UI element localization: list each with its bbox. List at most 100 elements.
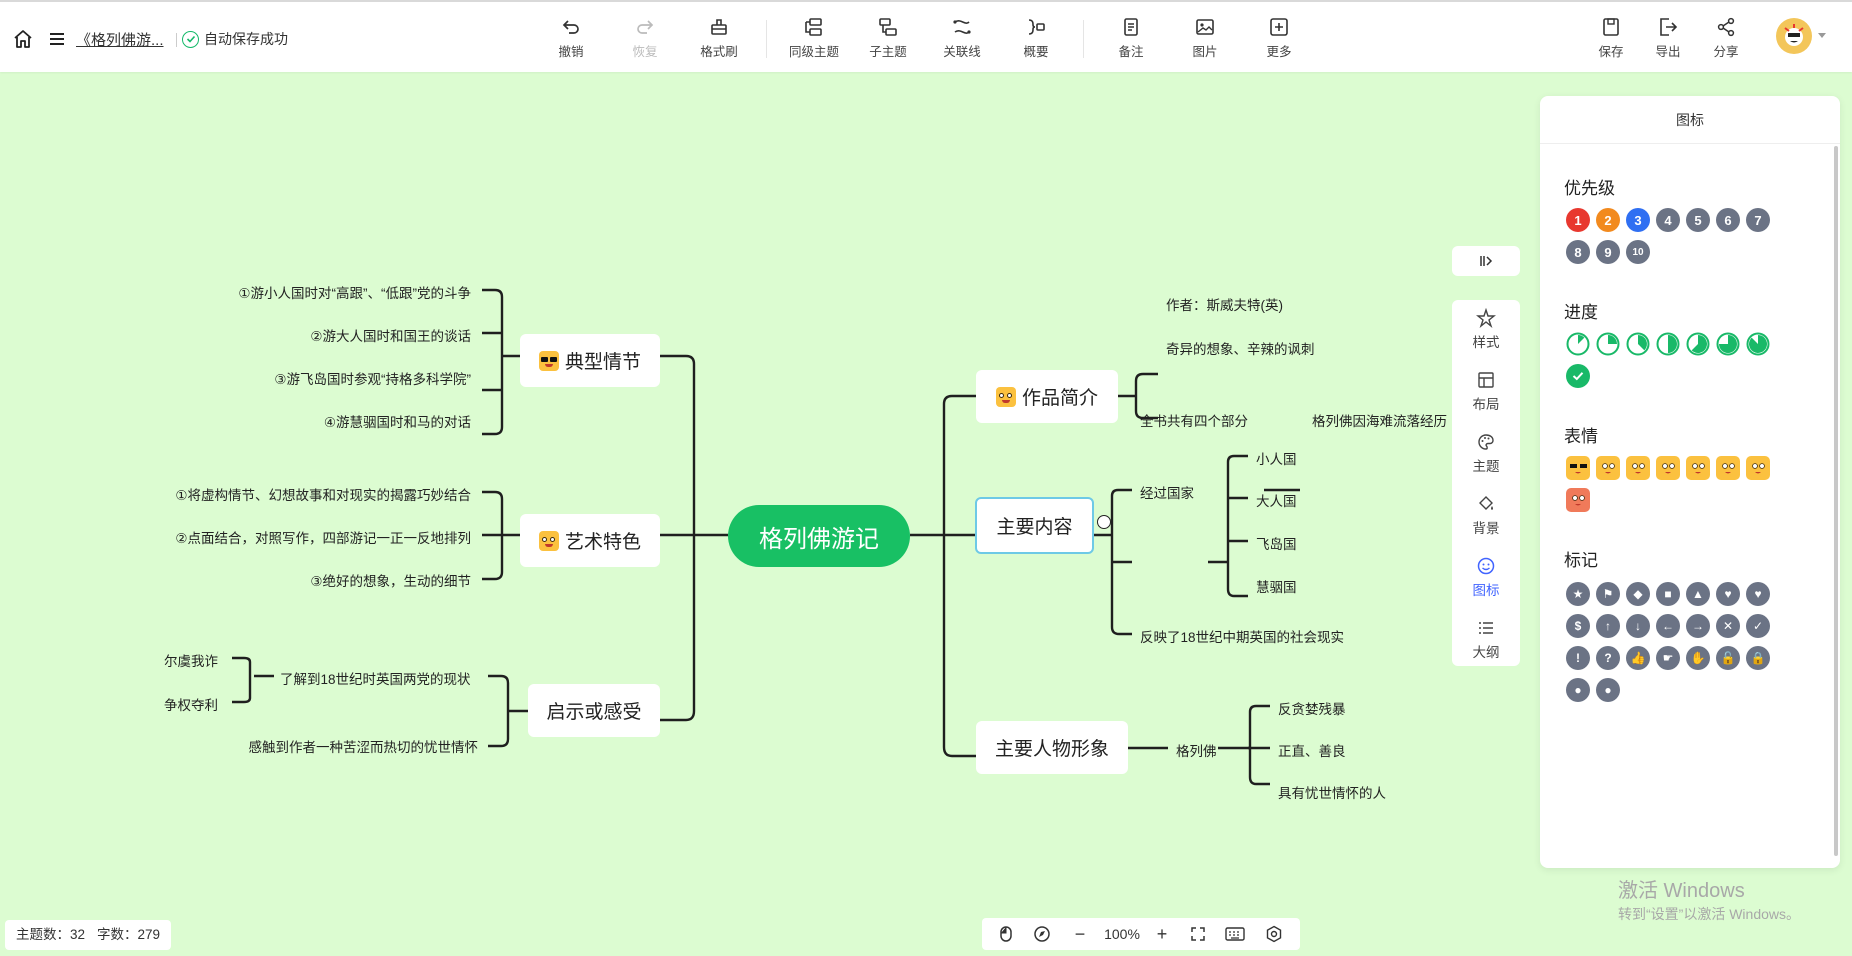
settings-icon[interactable] xyxy=(1264,924,1284,944)
leaf-topic[interactable]: 具有忧世情怀的人 xyxy=(1278,782,1386,802)
question-icon[interactable]: ? xyxy=(1596,646,1620,670)
note-button[interactable]: 备注 xyxy=(1101,16,1161,60)
style-tool[interactable]: 样式 xyxy=(1452,308,1520,351)
zoom-out-button[interactable]: − xyxy=(1070,924,1090,944)
topic-typical-plot[interactable]: 典型情节 xyxy=(520,334,660,387)
leaf-topic[interactable]: 正直、善良 xyxy=(1278,740,1346,760)
priority-1-icon[interactable]: 1 xyxy=(1566,208,1590,232)
diamond-icon[interactable]: ◆ xyxy=(1626,582,1650,606)
priority-6-icon[interactable]: 6 xyxy=(1716,208,1740,232)
leaf-topic[interactable]: 反贪婪残暴 xyxy=(1278,698,1346,718)
icon-tool[interactable]: 图标 xyxy=(1452,556,1520,599)
heart-icon[interactable]: ♥ xyxy=(1746,582,1770,606)
heart-broken-icon[interactable]: ♥ xyxy=(1716,582,1740,606)
leaf-topic[interactable]: 格列佛因海难流落经历 xyxy=(1312,410,1452,430)
person-icon[interactable]: ● xyxy=(1566,678,1590,702)
square-icon[interactable]: ■ xyxy=(1656,582,1680,606)
avatar[interactable] xyxy=(1776,18,1812,54)
leaf-topic[interactable]: ②游大人国时和国王的谈话 xyxy=(110,325,471,345)
leaf-topic[interactable]: ③游飞岛国时参观“持格多科学院” xyxy=(110,368,471,388)
share-button[interactable]: 分享 xyxy=(1696,16,1756,60)
leaf-topic[interactable]: 感触到作者一种苦涩而热切的忧世情怀 xyxy=(200,736,479,756)
sibling-topic-button[interactable]: 同级主题 xyxy=(784,16,844,60)
leaf-topic[interactable]: 全书共有四个部分 xyxy=(1140,410,1248,430)
progress-100-icon[interactable] xyxy=(1566,364,1590,388)
progress-38-icon[interactable] xyxy=(1626,332,1650,356)
progress-63-icon[interactable] xyxy=(1686,332,1710,356)
laugh-emoji-icon[interactable] xyxy=(1626,456,1650,480)
unlock-icon[interactable]: 🔓 xyxy=(1716,646,1740,670)
leaf-topic[interactable]: 争权夺利 xyxy=(164,694,218,714)
leaf-topic[interactable]: 奇异的想象、辛辣的讽刺 xyxy=(1166,338,1315,358)
undo-button[interactable]: 撤销 xyxy=(541,16,601,60)
layout-tool[interactable]: 布局 xyxy=(1452,370,1520,413)
leaf-topic[interactable]: 经过国家 xyxy=(1140,482,1194,502)
priority-9-icon[interactable]: 9 xyxy=(1596,240,1620,264)
leaf-topic[interactable]: 了解到18世纪时英国两党的现状 xyxy=(280,668,471,688)
group-icon[interactable]: ● xyxy=(1596,678,1620,702)
theme-tool[interactable]: 主题 xyxy=(1452,432,1520,475)
money-bag-icon[interactable]: $ xyxy=(1566,614,1590,638)
wink-emoji-icon[interactable] xyxy=(1686,456,1710,480)
document-title[interactable]: 《格列佛游... xyxy=(76,29,164,50)
arrow-right-icon[interactable]: → xyxy=(1686,614,1710,638)
topic-main-characters[interactable]: 主要人物形象 xyxy=(976,721,1128,774)
progress-13-icon[interactable] xyxy=(1566,332,1590,356)
leaf-topic[interactable]: 小人国 xyxy=(1256,448,1297,468)
leaf-topic[interactable]: 格列佛 xyxy=(1176,740,1217,760)
image-button[interactable]: 图片 xyxy=(1175,16,1235,60)
topic-art-features[interactable]: 艺术特色 xyxy=(520,514,660,567)
exclamation-icon[interactable]: ! xyxy=(1566,646,1590,670)
leaf-topic[interactable]: 反映了18世纪中期英国的社会现实 xyxy=(1140,626,1344,646)
relation-line-button[interactable]: 关联线 xyxy=(932,16,992,60)
locate-icon[interactable] xyxy=(1032,924,1052,944)
priority-4-icon[interactable]: 4 xyxy=(1656,208,1680,232)
mindmap-canvas[interactable]: 格列佛游记 典型情节 艺术特色 启示或感受 ①游小人国时对“高跟”、“低跟”党的… xyxy=(0,72,1852,956)
priority-8-icon[interactable]: 8 xyxy=(1566,240,1590,264)
more-button[interactable]: 更多 xyxy=(1249,16,1309,60)
child-topic-button[interactable]: 子主题 xyxy=(858,16,918,60)
progress-50-icon[interactable] xyxy=(1656,332,1680,356)
smile-emoji-icon[interactable] xyxy=(1596,456,1620,480)
hand-stop-icon[interactable]: ✋ xyxy=(1686,646,1710,670)
topic-insights[interactable]: 启示或感受 xyxy=(528,684,660,737)
collapse-toggle[interactable] xyxy=(1097,515,1111,529)
sad-emoji-icon[interactable] xyxy=(1656,456,1680,480)
topic-main-content[interactable]: 主要内容 xyxy=(975,497,1094,554)
outline-tool[interactable]: 大纲 xyxy=(1452,618,1520,661)
arrow-left-icon[interactable]: ← xyxy=(1656,614,1680,638)
progress-88-icon[interactable] xyxy=(1746,332,1770,356)
lock-icon[interactable]: 🔒 xyxy=(1746,646,1770,670)
leaf-topic[interactable]: ②点面结合，对照写作，四部游记一正一反地排列 xyxy=(100,527,471,547)
collapse-panel-button[interactable] xyxy=(1452,246,1520,276)
priority-7-icon[interactable]: 7 xyxy=(1746,208,1770,232)
leaf-topic[interactable]: 作者：斯威夫特(英) xyxy=(1166,294,1283,314)
background-tool[interactable]: 背景 xyxy=(1452,494,1520,537)
zoom-in-button[interactable]: + xyxy=(1152,924,1172,944)
menu-icon[interactable] xyxy=(46,28,68,50)
cool-emoji-icon[interactable] xyxy=(1566,456,1590,480)
format-brush-button[interactable]: 格式刷 xyxy=(689,16,749,60)
leaf-topic[interactable]: ①将虚构情节、幻想故事和对现实的揭露巧妙结合 xyxy=(100,484,471,504)
progress-25-icon[interactable] xyxy=(1596,332,1620,356)
cross-icon[interactable]: ✕ xyxy=(1716,614,1740,638)
chevron-down-icon[interactable] xyxy=(1818,33,1826,38)
save-button[interactable]: 保存 xyxy=(1581,16,1641,60)
leaf-topic[interactable]: 尔虞我诈 xyxy=(164,650,218,670)
leaf-topic[interactable]: 飞岛国 xyxy=(1256,533,1297,553)
surprise-emoji-icon[interactable] xyxy=(1716,456,1740,480)
triangle-icon[interactable]: ▲ xyxy=(1686,582,1710,606)
flag-icon[interactable]: ⚑ xyxy=(1596,582,1620,606)
scrollbar[interactable] xyxy=(1834,146,1838,856)
root-topic[interactable]: 格列佛游记 xyxy=(728,505,910,567)
leaf-topic[interactable]: ④游慧骃国时和马的对话 xyxy=(110,411,471,431)
fullscreen-icon[interactable] xyxy=(1188,924,1208,944)
export-button[interactable]: 导出 xyxy=(1638,16,1698,60)
redo-button[interactable]: 恢复 xyxy=(615,16,675,60)
topic-work-intro[interactable]: 作品简介 xyxy=(976,370,1118,423)
leaf-topic[interactable]: 慧骃国 xyxy=(1256,576,1297,596)
home-icon[interactable] xyxy=(12,28,34,50)
arrow-down-icon[interactable]: ↓ xyxy=(1626,614,1650,638)
summary-button[interactable]: 概要 xyxy=(1006,16,1066,60)
thumbs-up-icon[interactable]: 👍 xyxy=(1626,646,1650,670)
